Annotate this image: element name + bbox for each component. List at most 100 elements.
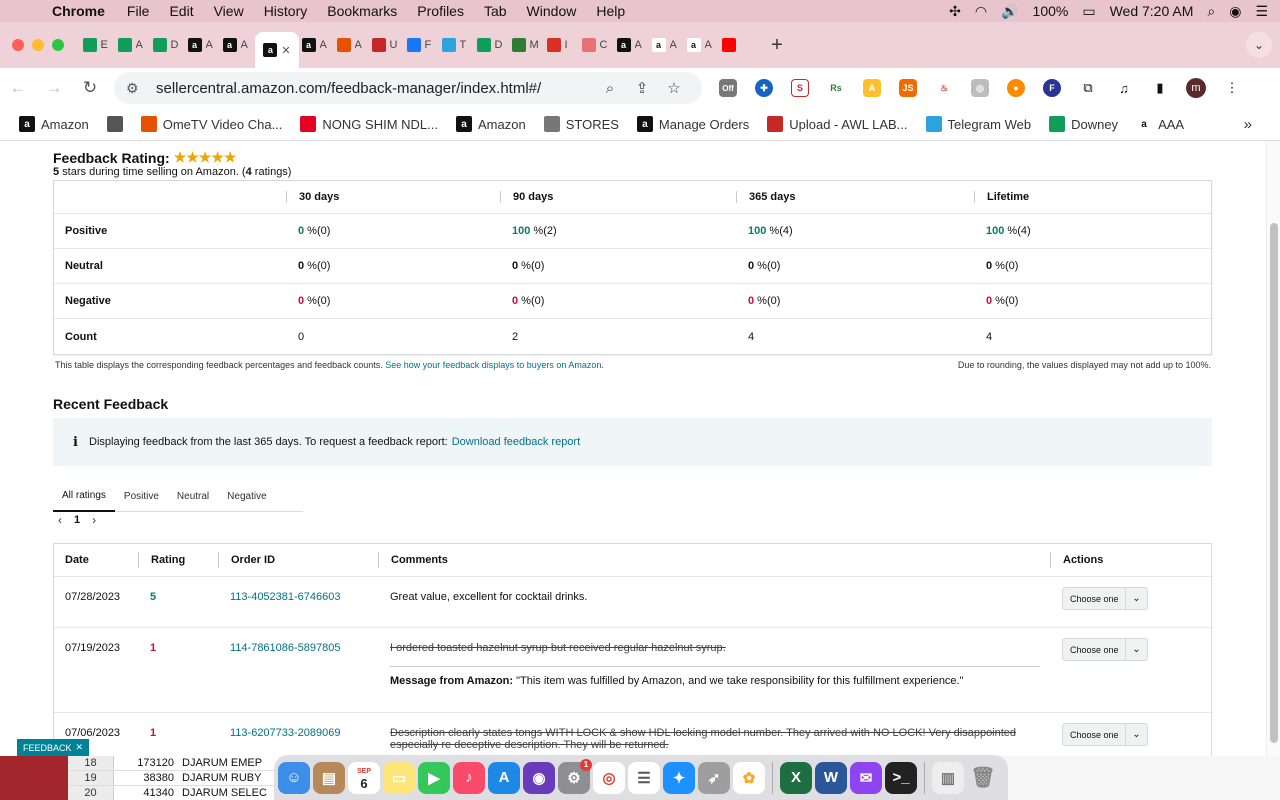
browser-tab-facebook[interactable]: F bbox=[404, 29, 439, 61]
page-scrollbar[interactable] bbox=[1266, 141, 1280, 800]
volume-icon[interactable]: 🔊 bbox=[1001, 3, 1018, 20]
address-bar[interactable]: ⚙ sellercentral.amazon.com/feedback-mana… bbox=[114, 72, 702, 104]
photos-icon[interactable]: ✿ bbox=[733, 761, 765, 794]
bookmark-item[interactable]: NONG SHIM NDL... bbox=[291, 116, 447, 132]
new-tab-button[interactable]: + bbox=[762, 30, 792, 60]
forward-button[interactable]: → bbox=[36, 78, 72, 98]
prev-page-icon[interactable]: ‹ bbox=[58, 513, 62, 527]
notes-icon[interactable]: ▭ bbox=[383, 761, 415, 794]
messenger-icon[interactable]: ✉ bbox=[850, 761, 882, 794]
control-center-icon[interactable]: ☰ bbox=[1255, 3, 1268, 20]
reminders-icon[interactable]: ☰ bbox=[628, 761, 660, 794]
profile-avatar[interactable]: m bbox=[1178, 74, 1214, 102]
menu-window[interactable]: Window bbox=[517, 3, 587, 19]
close-tab-icon[interactable]: ✕ bbox=[281, 44, 290, 57]
share-icon[interactable]: ⇪ bbox=[626, 79, 658, 97]
filter-tab-positive[interactable]: Positive bbox=[115, 481, 168, 512]
battery-icon[interactable]: ▭ bbox=[1082, 3, 1095, 20]
menu-edit[interactable]: Edit bbox=[159, 3, 203, 19]
bookmark-item[interactable] bbox=[98, 116, 132, 132]
filter-tab-negative[interactable]: Negative bbox=[218, 481, 275, 512]
music-icon[interactable]: ♪ bbox=[453, 761, 485, 794]
browser-tab-amazon[interactable]: aA bbox=[299, 29, 334, 61]
siri-icon[interactable]: ◉ bbox=[1229, 3, 1241, 20]
order-id-link[interactable]: 114-7861086-5897805 bbox=[218, 642, 378, 712]
ext-orange-circle-icon[interactable]: ● bbox=[998, 74, 1034, 102]
terminal-icon[interactable]: >_ bbox=[885, 761, 917, 794]
action-select[interactable]: Choose one ⌄ bbox=[1062, 638, 1148, 661]
menu-app-name[interactable]: Chrome bbox=[42, 3, 117, 19]
browser-tab-upload[interactable]: U bbox=[369, 29, 404, 61]
reload-button[interactable]: ↻ bbox=[72, 78, 108, 98]
menu-view[interactable]: View bbox=[204, 3, 254, 19]
menu-tab[interactable]: Tab bbox=[474, 3, 517, 19]
buyer-display-link[interactable]: See how your feedback displays to buyers… bbox=[385, 360, 604, 370]
zoom-icon[interactable]: ⌕ bbox=[594, 80, 626, 97]
action-select[interactable]: Choose one ⌄ bbox=[1062, 723, 1148, 746]
ext-f-icon[interactable]: F bbox=[1034, 74, 1070, 102]
menu-profiles[interactable]: Profiles bbox=[407, 3, 474, 19]
trash-icon[interactable]: 🗑 bbox=[967, 762, 999, 794]
more-bookmarks-icon[interactable]: » bbox=[1244, 116, 1280, 133]
bookmark-star-icon[interactable]: ☆ bbox=[658, 79, 690, 97]
browser-tab-sheets[interactable]: D bbox=[474, 29, 509, 61]
filter-tab-all-ratings[interactable]: All ratings bbox=[53, 481, 115, 512]
ext-js-icon[interactable]: JS bbox=[890, 74, 926, 102]
browser-tab-amazon[interactable]: aA bbox=[614, 29, 649, 61]
media-control-icon[interactable]: ♫ bbox=[1106, 74, 1142, 102]
browser-tab-amazon-a[interactable]: aA bbox=[649, 29, 684, 61]
vpn-icon[interactable]: ✣ bbox=[949, 3, 961, 20]
close-window-icon[interactable] bbox=[12, 39, 24, 51]
browser-tab-w[interactable]: M bbox=[509, 29, 544, 61]
finder-icon[interactable]: ☺ bbox=[278, 761, 310, 794]
browser-tab-youtube[interactable] bbox=[719, 29, 754, 61]
word-icon[interactable]: W bbox=[815, 761, 847, 794]
safari-icon[interactable]: ✦ bbox=[663, 761, 695, 794]
ext-seller-icon[interactable]: S bbox=[782, 74, 818, 102]
extensions-puzzle-icon[interactable]: ⧉ bbox=[1070, 74, 1106, 102]
wifi-icon[interactable]: ◠ bbox=[975, 3, 987, 20]
bookmark-item[interactable]: a AAA bbox=[1127, 116, 1193, 132]
menu-help[interactable]: Help bbox=[586, 3, 635, 19]
download-report-link[interactable]: Download feedback report bbox=[452, 436, 580, 448]
order-id-link[interactable]: 113-4052381-6746603 bbox=[218, 591, 378, 627]
menu-history[interactable]: History bbox=[254, 3, 318, 19]
site-info-icon[interactable]: ⚙ bbox=[126, 80, 148, 97]
chrome-icon[interactable]: ◎ bbox=[593, 761, 625, 794]
chrome-menu-icon[interactable]: ⋮ bbox=[1214, 74, 1250, 102]
action-select[interactable]: Choose one ⌄ bbox=[1062, 587, 1148, 610]
tab-search-button[interactable]: ⌄ bbox=[1246, 32, 1272, 58]
next-page-icon[interactable]: › bbox=[92, 513, 96, 527]
bookmark-item[interactable]: OmeTV Video Cha... bbox=[132, 116, 292, 132]
minimize-window-icon[interactable] bbox=[32, 39, 44, 51]
archive-utility-icon[interactable]: ▤ bbox=[313, 761, 345, 794]
browser-tab-amazon[interactable]: a ✕ bbox=[255, 32, 299, 68]
url-text[interactable]: sellercentral.amazon.com/feedback-manage… bbox=[148, 80, 594, 97]
bookmark-item[interactable]: STORES bbox=[535, 116, 628, 132]
bookmark-item[interactable]: a Manage Orders bbox=[628, 116, 758, 132]
feedback-button[interactable]: FEEDBACK ✕ bbox=[17, 739, 89, 756]
scrollbar-thumb[interactable] bbox=[1270, 223, 1278, 743]
ext-rs-icon[interactable]: Rs bbox=[818, 74, 854, 102]
calendar-icon[interactable]: SEP 6 bbox=[348, 761, 380, 794]
browser-tab-chat[interactable]: C bbox=[579, 29, 614, 61]
chevron-down-icon[interactable]: ⌄ bbox=[1125, 588, 1147, 609]
bookmark-item[interactable]: Upload - AWL LAB... bbox=[758, 116, 916, 132]
browser-tab-pencil[interactable]: A bbox=[334, 29, 369, 61]
siri-app-icon[interactable]: ◉ bbox=[523, 761, 555, 794]
chevron-down-icon[interactable]: ⌄ bbox=[1125, 724, 1147, 745]
browser-tab-amazon[interactable]: aA bbox=[220, 29, 255, 61]
current-page[interactable]: 1 bbox=[74, 514, 80, 526]
downloads-stack-icon[interactable]: ▥ bbox=[932, 761, 964, 794]
excel-icon[interactable]: X bbox=[780, 761, 812, 794]
ext-blue-icon[interactable]: ✚ bbox=[746, 74, 782, 102]
system-settings-icon[interactable]: ⚙ 1 bbox=[558, 758, 592, 794]
browser-tab-amazon-a[interactable]: aA bbox=[684, 29, 719, 61]
bookmark-item[interactable]: Downey bbox=[1040, 116, 1127, 132]
browser-tab-amazon[interactable]: aA bbox=[185, 29, 220, 61]
browser-tab-sheets[interactable]: E bbox=[80, 29, 115, 61]
bookmark-item[interactable]: Telegram Web bbox=[917, 116, 1041, 132]
facetime-icon[interactable]: ▶ bbox=[418, 761, 450, 794]
menu-bookmarks[interactable]: Bookmarks bbox=[317, 3, 407, 19]
close-feedback-icon[interactable]: ✕ bbox=[75, 742, 83, 753]
